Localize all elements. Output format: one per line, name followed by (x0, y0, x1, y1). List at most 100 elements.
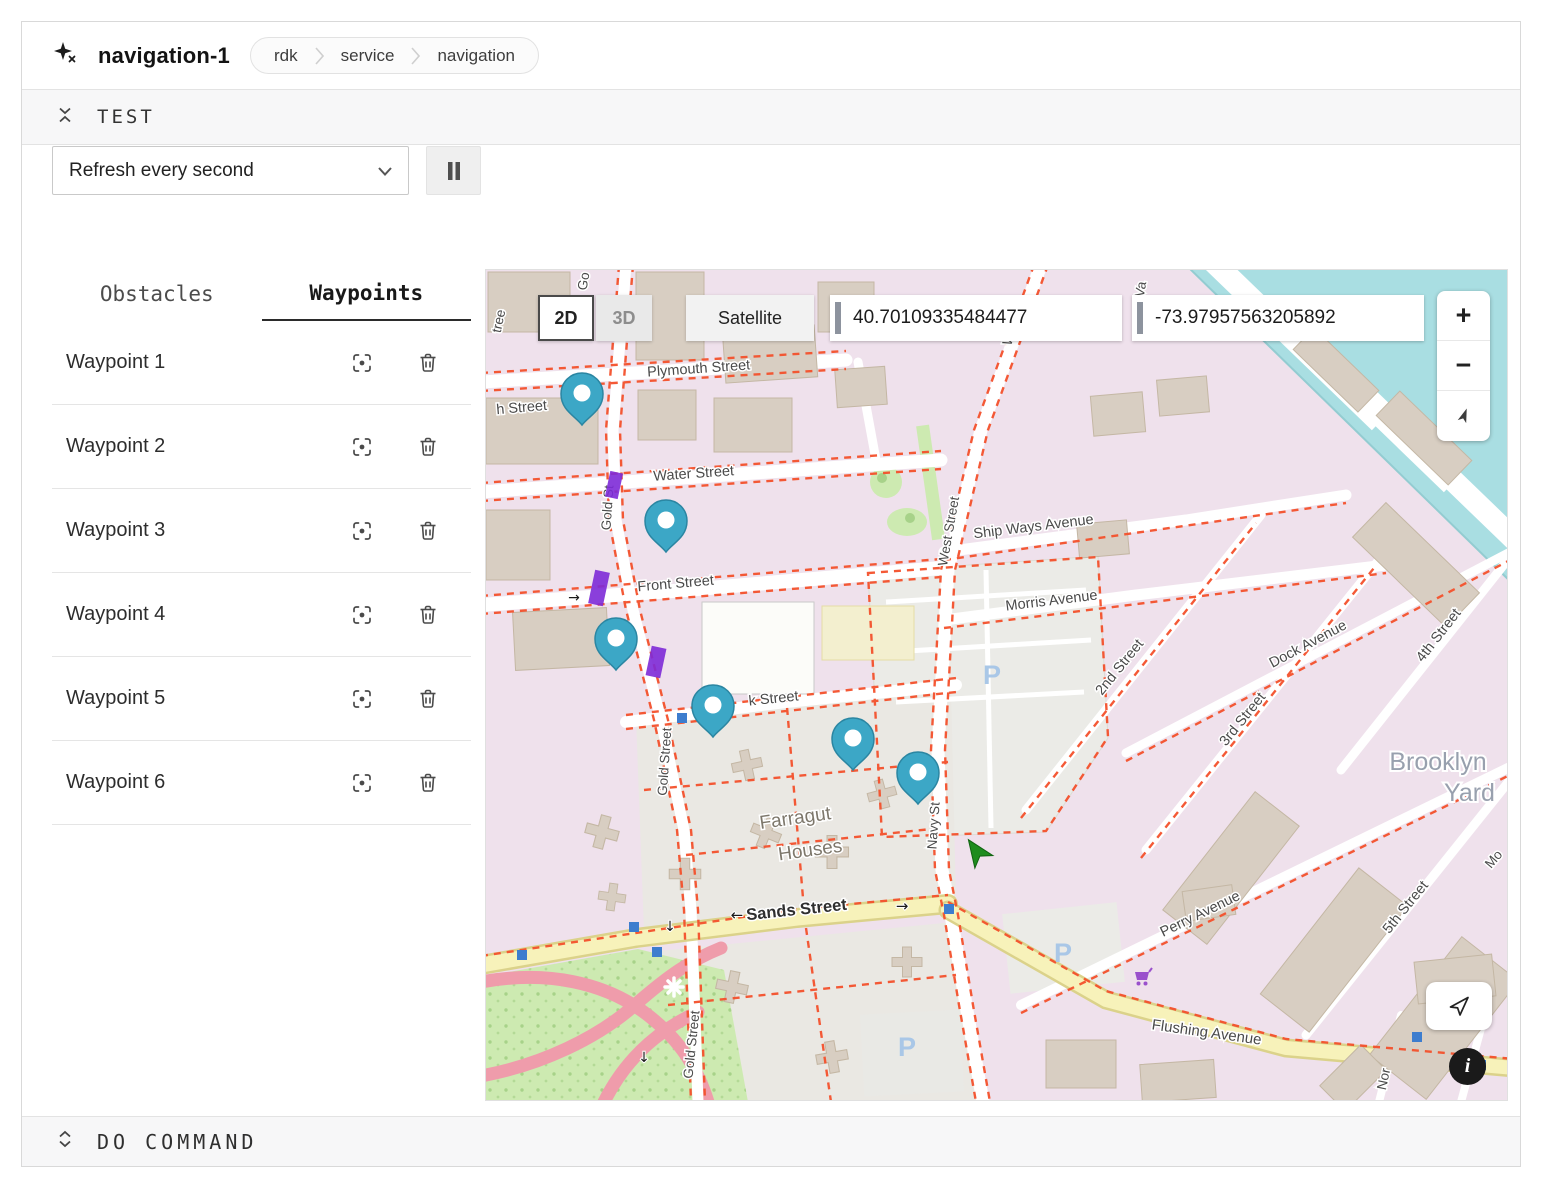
zoom-out-button[interactable]: − (1437, 341, 1490, 391)
map-attribution-button[interactable]: i (1449, 1048, 1486, 1085)
waypoint-marker-center (705, 697, 722, 714)
waypoint-marker-center (658, 512, 675, 529)
place-label: Brooklyn (1389, 748, 1486, 776)
view-2d-button[interactable]: 2D (538, 295, 594, 341)
panel-tabs: Obstacles Waypoints (52, 266, 471, 321)
focus-waypoint-button[interactable] (347, 432, 377, 462)
delete-waypoint-button[interactable] (413, 600, 443, 630)
latitude-field (830, 295, 1122, 341)
collapse-icon (55, 105, 75, 130)
waypoint-row: Waypoint 5 (52, 657, 471, 741)
do-command-label: DO COMMAND (97, 1130, 257, 1154)
service-sparkle-icon (52, 40, 78, 71)
delete-waypoint-button[interactable] (413, 348, 443, 378)
place-label: Yard (1444, 779, 1495, 807)
chevron-down-icon (378, 160, 392, 182)
tab-obstacles[interactable]: Obstacles (52, 266, 262, 321)
location-arrow-icon (1447, 994, 1471, 1018)
expand-icon (55, 1129, 75, 1154)
focus-icon (350, 603, 374, 627)
header: navigation-1 rdk service navigation (22, 22, 1520, 89)
focus-waypoint-button[interactable] (347, 768, 377, 798)
map-view-toggle: 2D 3D (538, 295, 652, 341)
waypoint-row: Waypoint 1 (52, 321, 471, 405)
waypoint-label: Waypoint 2 (66, 435, 347, 458)
focus-waypoint-button[interactable] (347, 684, 377, 714)
focus-icon (350, 687, 374, 711)
map-zoom-controls: + − (1437, 291, 1490, 441)
trash-icon (416, 603, 440, 627)
longitude-field (1132, 295, 1424, 341)
do-command-section-header[interactable]: DO COMMAND (22, 1116, 1520, 1166)
oneway-arrow: ↓ (638, 1050, 650, 1066)
large-building (702, 602, 814, 694)
waypoint-label: Waypoint 3 (66, 519, 347, 542)
refresh-rate-value: Refresh every second (69, 160, 254, 182)
focus-icon (350, 771, 374, 795)
compass-button[interactable] (1437, 391, 1490, 441)
yellow-block (822, 606, 914, 660)
delete-waypoint-button[interactable] (413, 516, 443, 546)
navigation-card: navigation-1 rdk service navigation TEST… (21, 21, 1521, 1167)
waypoint-row: Waypoint 4 (52, 573, 471, 657)
focus-waypoint-button[interactable] (347, 348, 377, 378)
interchange-star-icon (665, 978, 683, 996)
parking-label: P (983, 660, 1001, 690)
delete-waypoint-button[interactable] (413, 768, 443, 798)
waypoint-label: Waypoint 6 (66, 771, 347, 794)
trash-icon (416, 687, 440, 711)
pause-icon (445, 161, 463, 181)
focus-icon (350, 435, 374, 459)
waypoints-panel: Obstacles Waypoints Waypoint 1 Waypoint … (52, 266, 471, 825)
trash-icon (416, 771, 440, 795)
focus-icon (350, 351, 374, 375)
refresh-controls: Refresh every second (52, 146, 481, 195)
trash-icon (416, 519, 440, 543)
waypoint-marker-center (574, 385, 591, 402)
delete-waypoint-button[interactable] (413, 684, 443, 714)
parking-label: P (898, 1032, 916, 1062)
view-3d-button[interactable]: 3D (596, 295, 652, 341)
oneway-arrow: ↓ (664, 919, 676, 935)
refresh-rate-select[interactable]: Refresh every second (52, 146, 409, 195)
focus-waypoint-button[interactable] (347, 600, 377, 630)
chevron-right-icon (315, 47, 324, 65)
longitude-input[interactable] (1143, 306, 1424, 330)
trash-icon (416, 435, 440, 459)
waypoint-label: Waypoint 4 (66, 603, 347, 626)
pause-button[interactable] (426, 146, 481, 195)
map-container: Plymouth Street Water Street Front Stree… (485, 269, 1508, 1101)
test-section-header[interactable]: TEST (22, 89, 1520, 145)
page-title: navigation-1 (98, 43, 230, 69)
focus-waypoint-button[interactable] (347, 516, 377, 546)
waypoint-marker-center (608, 630, 625, 647)
waypoint-marker-center (845, 730, 862, 747)
waypoint-marker-center (910, 764, 927, 781)
center-on-robot-button[interactable] (1426, 982, 1492, 1030)
street-label: Go (575, 271, 593, 291)
breadcrumb-item: service (324, 46, 412, 66)
oneway-arrow: ← (731, 906, 744, 924)
waypoint-row: Waypoint 3 (52, 489, 471, 573)
breadcrumb: rdk service navigation (250, 37, 539, 74)
waypoint-label: Waypoint 5 (66, 687, 347, 710)
waypoint-row: Waypoint 2 (52, 405, 471, 489)
delete-waypoint-button[interactable] (413, 432, 443, 462)
tab-waypoints[interactable]: Waypoints (262, 266, 472, 321)
satellite-toggle-button[interactable]: Satellite (686, 295, 814, 341)
trash-icon (416, 351, 440, 375)
waypoint-label: Waypoint 1 (66, 351, 347, 374)
waypoint-row: Waypoint 6 (52, 741, 471, 825)
focus-icon (350, 519, 374, 543)
breadcrumb-item: rdk (257, 46, 315, 66)
zoom-in-button[interactable]: + (1437, 291, 1490, 341)
oneway-arrow: → (568, 590, 580, 606)
parking-label: P (1054, 938, 1072, 968)
chevron-right-icon (411, 47, 420, 65)
latitude-input[interactable] (841, 306, 1122, 330)
oneway-arrow: → (896, 897, 909, 915)
test-section-label: TEST (97, 106, 155, 128)
map-canvas[interactable]: Plymouth Street Water Street Front Stree… (486, 270, 1508, 1101)
breadcrumb-item: navigation (420, 46, 532, 66)
compass-needle-icon (1454, 406, 1474, 426)
